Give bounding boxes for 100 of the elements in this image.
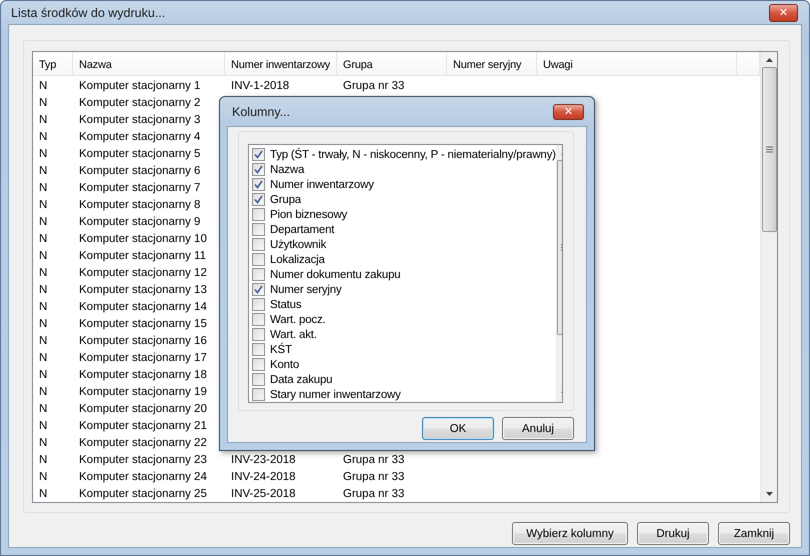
table-cell-text: N	[38, 284, 48, 296]
table-cell-text: N	[38, 386, 48, 398]
table-cell-text: Komputer stacjonarny 6	[78, 164, 202, 176]
checklist-label[interactable]: KŚT	[270, 344, 292, 356]
checkbox[interactable]	[252, 298, 265, 311]
checkbox[interactable]	[252, 268, 265, 281]
table-cell-text: N	[38, 368, 48, 380]
table-cell-text: Komputer stacjonarny 22	[78, 436, 208, 448]
checkbox[interactable]	[252, 313, 265, 326]
checkbox[interactable]	[252, 328, 265, 341]
table-cell-text: N	[38, 352, 48, 364]
table-cell-text: N	[38, 164, 48, 176]
checkbox[interactable]	[252, 238, 265, 251]
table-cell-text: N	[38, 420, 48, 432]
table-cell-text: N	[38, 232, 48, 244]
table-cell-text: Komputer stacjonarny 3	[78, 114, 202, 126]
column-header[interactable]: Grupa	[337, 52, 447, 75]
table-cell-text: N	[38, 114, 48, 126]
table-cell-text: Komputer stacjonarny 4	[78, 130, 202, 142]
checklist-label[interactable]: Numer seryjny	[270, 284, 342, 296]
column-header[interactable]: Typ	[33, 52, 73, 75]
table-cell-text: N	[38, 198, 48, 210]
column-header[interactable]: Numer inwentarzowy	[225, 52, 337, 75]
table-cell-text: N	[38, 96, 48, 108]
table-cell-text: Komputer stacjonarny 9	[78, 216, 202, 228]
checkbox[interactable]	[252, 373, 265, 386]
table-cell-text: Komputer stacjonarny 23	[78, 454, 208, 466]
checkbox[interactable]	[252, 283, 265, 296]
table-cell-text: Grupa nr 33	[342, 488, 406, 500]
checklist-label[interactable]: Typ (ŚT - trwały, N - niskocenny, P - niematerialny/prawny)	[270, 148, 556, 160]
table-cell-text: N	[38, 300, 48, 312]
table-cell-text: N	[38, 182, 48, 194]
checklist-label[interactable]: Grupa	[270, 194, 301, 206]
checklist-label[interactable]: Numer dokumentu zakupu	[270, 268, 400, 280]
dialog-button[interactable]: Drukuj	[637, 522, 709, 545]
table-cell-text: Komputer stacjonarny 17	[78, 352, 208, 364]
scroll-thumb[interactable]	[762, 67, 776, 232]
checklist-label[interactable]: Nazwa	[270, 164, 304, 176]
column-header[interactable]: Numer seryjny	[447, 52, 537, 75]
table-cell-text: INV-23-2018	[230, 454, 297, 466]
table-cell-text: Komputer stacjonarny 19	[78, 386, 208, 398]
table-cell-text: Komputer stacjonarny 15	[78, 318, 208, 330]
table-cell-text: N	[38, 250, 48, 262]
table-cell-text: Komputer stacjonarny 14	[78, 300, 208, 312]
checklist-label[interactable]: Lokalizacja	[270, 254, 325, 266]
checklist-label[interactable]: Numer inwentarzowy	[270, 178, 374, 190]
table-cell-text: N	[38, 334, 48, 346]
table-cell-text: INV-1-2018	[230, 80, 290, 92]
table-cell-text: Komputer stacjonarny 21	[78, 420, 208, 432]
table-cell-text: Grupa nr 33	[342, 80, 406, 92]
table-cell-text: N	[38, 436, 48, 448]
checkbox[interactable]	[252, 163, 265, 176]
checklist-label[interactable]: Wart. pocz.	[270, 314, 326, 326]
grip-icon	[766, 146, 772, 153]
checkbox[interactable]	[252, 358, 265, 371]
table-cell-text: Komputer stacjonarny 18	[78, 368, 208, 380]
table-cell-text: Komputer stacjonarny 12	[78, 266, 208, 278]
scroll-up-icon[interactable]	[766, 58, 772, 62]
dialog-button[interactable]: Wybierz kolumny	[512, 522, 628, 545]
table-cell-text: Komputer stacjonarny 7	[78, 182, 202, 194]
table-cell-text: N	[38, 266, 48, 278]
table-cell-text: N	[38, 470, 48, 482]
checkbox[interactable]	[252, 193, 265, 206]
column-header[interactable]: Nazwa	[73, 52, 225, 75]
close-button[interactable]: ✕	[769, 4, 798, 22]
checklist-label[interactable]: Data zakupu	[270, 374, 332, 386]
table-cell-text: N	[38, 80, 48, 92]
dialog-button[interactable]: Anuluj	[502, 417, 574, 440]
checklist-label[interactable]: Status	[270, 298, 302, 310]
table-cell-text: Komputer stacjonarny 10	[78, 232, 208, 244]
checklist-label[interactable]: Departament	[270, 224, 334, 236]
checklist-label[interactable]: Konto	[270, 358, 300, 370]
dialog-button[interactable]: Zamknij	[718, 522, 790, 545]
checklist-label[interactable]: Użytkownik	[270, 238, 326, 250]
dialog-button[interactable]: OK	[422, 417, 494, 440]
table-cell-text: Komputer stacjonarny 8	[78, 198, 202, 210]
table-cell-text: Grupa nr 33	[342, 454, 406, 466]
scroll-down-icon[interactable]	[766, 492, 772, 496]
checkbox[interactable]	[252, 388, 265, 401]
table-cell-text: Komputer stacjonarny 16	[78, 334, 208, 346]
checklist-label[interactable]: Wart. akt.	[270, 328, 317, 340]
close-button[interactable]: ✕	[553, 104, 584, 120]
table-cell-text: Komputer stacjonarny 1	[78, 80, 202, 92]
dialog-title: Kolumny...	[232, 104, 290, 118]
checkbox[interactable]	[252, 343, 265, 356]
table-cell-text: N	[38, 454, 48, 466]
scrollbar[interactable]	[760, 52, 777, 502]
checkbox[interactable]	[252, 223, 265, 236]
checkbox[interactable]	[252, 208, 265, 221]
table-cell-text: INV-25-2018	[230, 488, 297, 500]
checklist-label[interactable]: Pion biznesowy	[270, 208, 348, 220]
checkbox[interactable]	[252, 253, 265, 266]
checklist-label[interactable]: Stary numer inwentarzowy	[270, 388, 401, 400]
window-title: Lista środków do wydruku...	[11, 6, 166, 20]
checkbox[interactable]	[252, 178, 265, 191]
column-header[interactable]: Uwagi	[537, 52, 737, 75]
table-cell-text: N	[38, 402, 48, 414]
table-cell-text: N	[38, 318, 48, 330]
checkbox[interactable]	[252, 148, 265, 161]
table-cell-text: N	[38, 216, 48, 228]
